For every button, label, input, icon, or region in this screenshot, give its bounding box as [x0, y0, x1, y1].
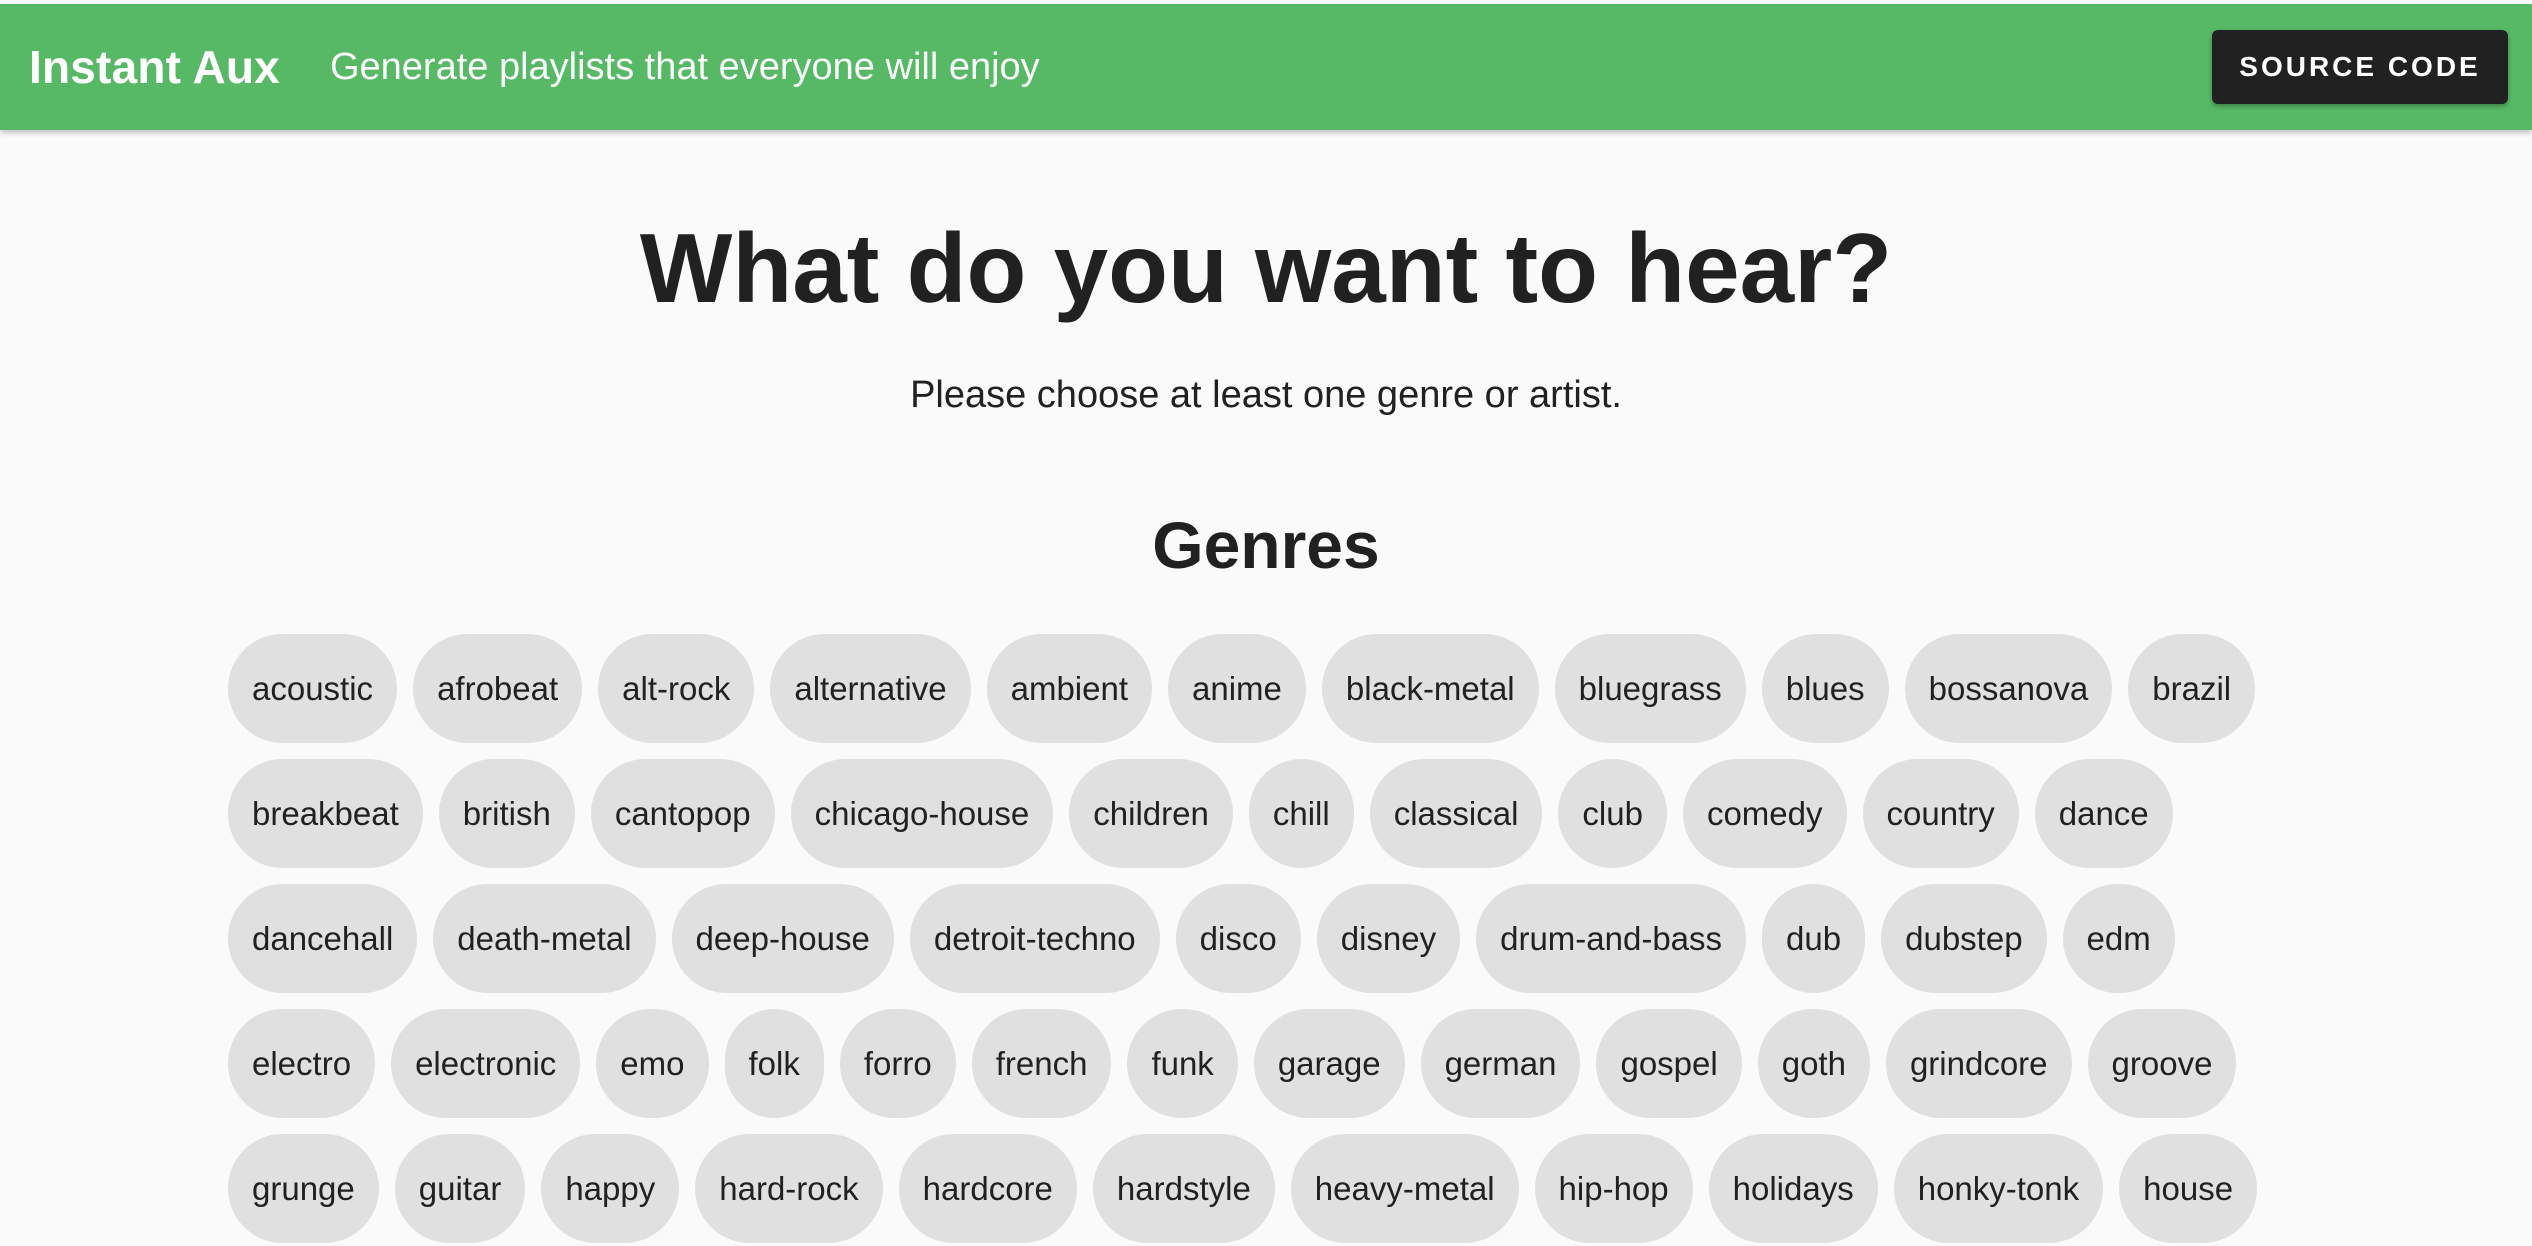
genre-chip-children[interactable]: children	[1069, 759, 1233, 868]
genre-chip-dance[interactable]: dance	[2034, 759, 2173, 868]
genre-chip-blues[interactable]: blues	[1761, 634, 1889, 743]
genre-chip-bluegrass[interactable]: bluegrass	[1554, 634, 1746, 743]
genre-chip-hard-rock[interactable]: hard-rock	[695, 1134, 883, 1243]
genre-chip-honky-tonk[interactable]: honky-tonk	[1893, 1134, 2104, 1243]
genre-chip-brazil[interactable]: brazil	[2128, 634, 2256, 743]
genre-chip-breakbeat[interactable]: breakbeat	[228, 759, 423, 868]
genre-chip-drum-and-bass[interactable]: drum-and-bass	[1476, 884, 1747, 993]
source-code-button[interactable]: SOURCE CODE	[2212, 30, 2508, 104]
genre-chip-deep-house[interactable]: deep-house	[671, 884, 894, 993]
genre-chip-bossanova[interactable]: bossanova	[1904, 634, 2113, 743]
genre-chip-alternative[interactable]: alternative	[770, 634, 971, 743]
genre-chip-death-metal[interactable]: death-metal	[433, 884, 656, 993]
genre-chip-edm[interactable]: edm	[2062, 884, 2175, 993]
app-tagline: Generate playlists that everyone will en…	[329, 45, 1040, 88]
genre-chip-country[interactable]: country	[1862, 759, 2019, 868]
genre-chip-disney[interactable]: disney	[1316, 884, 1461, 993]
genre-chip-dub[interactable]: dub	[1762, 884, 1866, 993]
genre-chip-heavy-metal[interactable]: heavy-metal	[1290, 1134, 1519, 1243]
app-bar: Instant Aux Generate playlists that ever…	[0, 4, 2532, 130]
genre-chip-emo[interactable]: emo	[596, 1009, 709, 1118]
genre-chip-folk[interactable]: folk	[724, 1009, 824, 1118]
genre-chip-dancehall[interactable]: dancehall	[228, 884, 418, 993]
genre-chip-gospel[interactable]: gospel	[1596, 1009, 1742, 1118]
page: Instant Aux Generate playlists that ever…	[0, 0, 2532, 1246]
genre-chip-acoustic[interactable]: acoustic	[228, 634, 398, 743]
genre-chip-british[interactable]: british	[438, 759, 575, 868]
genre-chip-black-metal[interactable]: black-metal	[1321, 634, 1539, 743]
genre-chip-hardstyle[interactable]: hardstyle	[1092, 1134, 1275, 1243]
genre-chip-cantopop[interactable]: cantopop	[590, 759, 775, 868]
genre-chip-holidays[interactable]: holidays	[1708, 1134, 1878, 1243]
genre-chip-disco[interactable]: disco	[1175, 884, 1301, 993]
genre-chip-chill[interactable]: chill	[1248, 759, 1354, 868]
genre-chip-french[interactable]: french	[971, 1009, 1112, 1118]
genre-chip-happy[interactable]: happy	[541, 1134, 680, 1243]
genre-chip-guitar[interactable]: guitar	[394, 1134, 526, 1243]
genre-chip-grunge[interactable]: grunge	[228, 1134, 379, 1243]
genre-chip-ambient[interactable]: ambient	[986, 634, 1153, 743]
genre-chip-detroit-techno[interactable]: detroit-techno	[909, 884, 1160, 993]
genre-chip-grindcore[interactable]: grindcore	[1885, 1009, 2072, 1118]
genre-chip-classical[interactable]: classical	[1369, 759, 1543, 868]
genre-chip-electro[interactable]: electro	[228, 1009, 376, 1118]
genre-chip-club[interactable]: club	[1558, 759, 1667, 868]
genre-chip-anime[interactable]: anime	[1168, 634, 1306, 743]
page-subtitle: Please choose at least one genre or arti…	[910, 374, 1622, 416]
genre-chip-afrobeat[interactable]: afrobeat	[413, 634, 583, 743]
app-title[interactable]: Instant Aux	[29, 40, 280, 94]
genre-chip-forro[interactable]: forro	[839, 1009, 956, 1118]
genre-chip-electronic[interactable]: electronic	[391, 1009, 581, 1118]
genre-chip-alt-rock[interactable]: alt-rock	[598, 634, 755, 743]
genre-chip-list: acoustic afrobeat alt-rock alternative ambie…	[228, 634, 2308, 1243]
genres-heading: Genres	[1152, 508, 1380, 582]
genre-chip-chicago-house[interactable]: chicago-house	[790, 759, 1054, 868]
genre-chip-comedy[interactable]: comedy	[1682, 759, 1847, 868]
genre-chip-german[interactable]: german	[1420, 1009, 1581, 1118]
genre-chip-funk[interactable]: funk	[1127, 1009, 1238, 1118]
genre-chip-goth[interactable]: goth	[1757, 1009, 1870, 1118]
genre-chip-hip-hop[interactable]: hip-hop	[1534, 1134, 1693, 1243]
genre-chip-hardcore[interactable]: hardcore	[898, 1134, 1077, 1243]
genre-chip-dubstep[interactable]: dubstep	[1881, 884, 2047, 993]
page-title: What do you want to hear?	[639, 213, 1893, 323]
genre-chip-house[interactable]: house	[2119, 1134, 2258, 1243]
genre-chip-groove[interactable]: groove	[2087, 1009, 2237, 1118]
genre-chip-garage[interactable]: garage	[1253, 1009, 1405, 1118]
